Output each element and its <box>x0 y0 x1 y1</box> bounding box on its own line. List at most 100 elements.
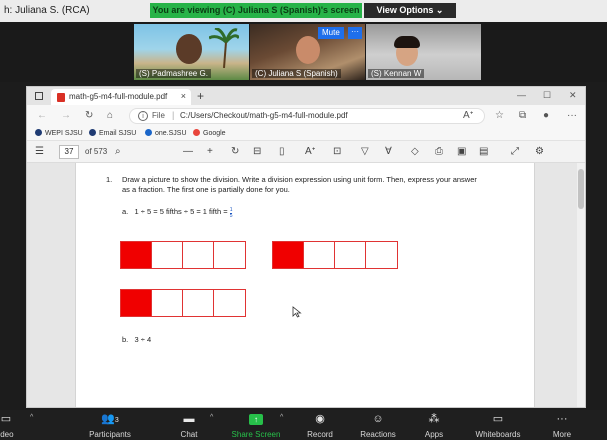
zoom-in-icon[interactable]: + <box>207 146 213 157</box>
table-of-contents-icon[interactable]: ☰ <box>35 146 44 157</box>
strip-cell <box>183 242 214 268</box>
part-a: a. 1 ÷ 5 = 5 fifths ÷ 5 = 1 fifth = 15 <box>122 207 233 219</box>
zoom-top-bar: h: Juliana S. (RCA) You are viewing (C) … <box>0 0 607 22</box>
whiteboard-icon: ▭ <box>492 413 504 425</box>
participant-avatar <box>296 36 320 64</box>
collections-icon[interactable]: ⧉ <box>519 110 526 121</box>
draw-icon[interactable]: ∀ <box>385 146 392 157</box>
settings-menu-icon[interactable]: ··· <box>567 110 577 121</box>
participant-avatar <box>176 34 202 64</box>
rotate-icon[interactable]: ↻ <box>231 146 239 157</box>
tab-title: math-g5-m4-full-module.pdf <box>69 92 168 101</box>
participant-name: (C) Juliana S (Spanish) <box>252 69 341 78</box>
strip-cell <box>214 290 245 316</box>
participant-hair <box>394 36 420 48</box>
scrollbar[interactable] <box>577 163 585 407</box>
one-sjsu-icon <box>145 129 152 136</box>
record-icon: ◉ <box>315 413 325 425</box>
viewer-name: h: Juliana S. (RCA) <box>4 5 90 16</box>
part-b-label: b. <box>122 335 129 344</box>
favorite-google[interactable]: Google <box>193 129 226 137</box>
participant-name: (S) Padmashree G. <box>136 69 211 78</box>
mute-button[interactable]: Mute <box>318 27 344 39</box>
favorite-one-sjsu[interactable]: one.SJSU <box>145 129 187 137</box>
close-window-icon[interactable]: ✕ <box>569 90 577 101</box>
page-view-icon[interactable]: ▯ <box>279 146 285 157</box>
save-icon[interactable]: ▣ <box>457 146 466 157</box>
participant-tile[interactable]: (S) Padmashree G. <box>134 24 249 80</box>
back-icon[interactable]: ← <box>37 110 47 121</box>
minimize-icon[interactable]: — <box>517 90 526 100</box>
zoom-out-icon[interactable]: — <box>183 146 193 157</box>
page-number-input[interactable]: 37 <box>59 145 79 159</box>
pdf-file-icon <box>57 93 65 102</box>
palm-tree-icon <box>209 28 239 68</box>
read-aloud-icon[interactable]: Aᐩ <box>463 110 474 121</box>
more-button[interactable]: ··· More <box>532 412 592 439</box>
scrollbar-thumb[interactable] <box>578 169 584 209</box>
refresh-icon[interactable]: ↻ <box>85 110 93 121</box>
maximize-icon[interactable]: ☐ <box>543 90 551 101</box>
strip-cell-shaded <box>273 242 304 268</box>
url-field[interactable]: i File | C:/Users/Checkout/math-g5-m4-fu… <box>129 108 485 124</box>
favorite-wepi-sjsu[interactable]: WEPI SJSU <box>35 129 83 137</box>
print-icon[interactable]: ⎙ <box>435 146 443 157</box>
browser-tab[interactable]: math-g5-m4-full-module.pdf × <box>51 89 191 105</box>
participant-strip: (S) Padmashree G. Mute ··· (C) Juliana S… <box>0 22 607 82</box>
eraser-icon[interactable]: ◇ <box>411 146 419 157</box>
chat-options-caret-icon[interactable]: ^ <box>210 414 213 421</box>
favorite-email-sjsu[interactable]: Email SJSU <box>89 129 136 137</box>
strip-cell <box>335 242 366 268</box>
read-aloud-icon[interactable]: Aᐩ <box>305 146 316 157</box>
immersive-reader-icon[interactable]: ⊡ <box>333 146 341 157</box>
expand-icon[interactable]: ⤢ <box>511 146 519 157</box>
strip-cell <box>183 290 214 316</box>
participant-tile[interactable]: Mute ··· (C) Juliana S (Spanish) <box>250 24 365 80</box>
share-options-caret-icon[interactable]: ^ <box>280 414 283 421</box>
pdf-page: 1. Draw a picture to show the division. … <box>75 163 535 407</box>
whiteboards-button[interactable]: ▭ Whiteboards <box>468 412 528 439</box>
strip-cell-shaded <box>121 290 152 316</box>
new-tab-button[interactable]: + <box>197 89 204 103</box>
settings-icon[interactable]: ⚙ <box>535 146 544 157</box>
share-screen-button[interactable]: ↑ Share Screen <box>226 412 286 439</box>
part-a-label: a. <box>122 207 129 216</box>
search-icon[interactable]: ⌕ <box>115 146 121 157</box>
tab-bar: math-g5-m4-full-module.pdf × + — ☐ ✕ <box>27 87 585 105</box>
part-a-expression: 1 ÷ 5 = 5 fifths ÷ 5 = 1 fifth = <box>134 207 228 216</box>
google-icon <box>193 129 200 136</box>
reactions-button[interactable]: ☺ Reactions <box>348 412 408 439</box>
url-text: C:/Users/Checkout/math-g5-m4-full-module… <box>180 111 348 120</box>
more-options-icon[interactable]: ··· <box>348 27 362 39</box>
share-screen-icon: ↑ <box>226 412 286 426</box>
close-tab-icon[interactable]: × <box>181 91 186 101</box>
participants-button[interactable]: 👥3 Participants <box>80 412 140 439</box>
email-sjsu-icon <box>89 129 96 136</box>
fit-page-icon[interactable]: ⊟ <box>253 146 261 157</box>
highlight-icon[interactable]: ▽ <box>361 146 369 157</box>
page-count: of 573 <box>85 147 108 156</box>
more-icon: ··· <box>556 413 568 425</box>
participant-name: (S) Kennan W <box>368 69 425 78</box>
address-bar: ← → ↻ ⌂ i File | C:/Users/Checkout/math-… <box>27 105 585 127</box>
fraction-strip <box>272 241 398 269</box>
strip-cell <box>304 242 335 268</box>
home-icon[interactable]: ⌂ <box>107 110 113 121</box>
view-options-button[interactable]: View Options ⌄ <box>364 3 456 18</box>
forward-icon[interactable]: → <box>61 110 71 121</box>
info-icon[interactable]: i <box>138 111 148 121</box>
part-b-expression: 3 ÷ 4 <box>134 335 152 344</box>
video-options-caret-icon[interactable]: ^ <box>30 414 33 421</box>
tab-actions-icon[interactable] <box>35 92 43 100</box>
apps-button[interactable]: ⁂ Apps <box>404 412 464 439</box>
profile-icon[interactable]: ● <box>543 110 549 121</box>
strip-cell <box>152 290 183 316</box>
pdf-toolbar: ☰ 37 of 573 ⌕ — + ↻ ⊟ ▯ Aᐩ ⊡ ▽ ∀ ◇ ⎙ ▣ ▤… <box>27 141 585 163</box>
favorites-star-icon[interactable]: ☆ <box>495 110 504 121</box>
save-as-icon[interactable]: ▤ <box>479 146 488 157</box>
fraction-strip <box>120 241 246 269</box>
record-button[interactable]: ◉ Record <box>290 412 350 439</box>
zoom-toolbar: ▭ ideo ^ 👥3 Participants ▬ Chat ^ ↑ Shar… <box>0 410 607 440</box>
participant-tile[interactable]: (S) Kennan W <box>366 24 481 80</box>
reactions-icon: ☺ <box>372 413 384 425</box>
